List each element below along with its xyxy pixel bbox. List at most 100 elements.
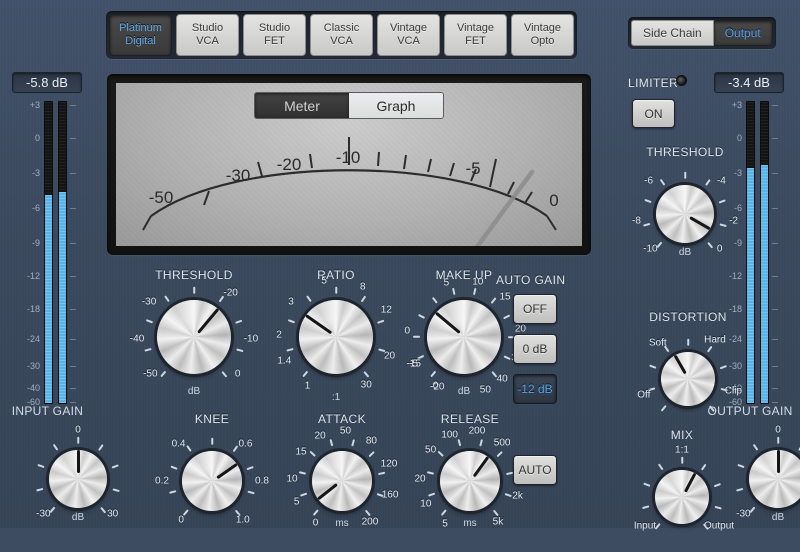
knob-scale-label: 0.8	[255, 475, 269, 487]
model-label-line1: Vintage	[456, 22, 495, 34]
tab-output[interactable]: Output	[713, 20, 773, 46]
vu-tick-label: -30	[225, 166, 251, 185]
knob-scale-label: 30	[360, 379, 372, 391]
release-auto-button[interactable]: AUTO	[513, 455, 557, 485]
limiter-on-button[interactable]: ON	[632, 99, 675, 128]
knob-scale-label: -50	[143, 368, 158, 380]
knob-scale-label: 3	[288, 296, 294, 308]
knob-scale-label: 0.2	[155, 475, 169, 487]
knob-scale-label: 12	[380, 304, 392, 316]
knob-scale-label: 20	[514, 323, 526, 335]
input-meter-bar-left	[44, 101, 53, 404]
knob-title-mix: MIX	[670, 428, 694, 442]
knob-scale-label: 120	[380, 458, 398, 470]
knob-scale-label: -30	[141, 296, 157, 308]
knob-scale-label: 0.4	[171, 438, 186, 450]
knob-title-release: RELEASE	[440, 412, 500, 426]
knob-scale-label: 160	[381, 489, 399, 501]
model-label-line2: FET	[465, 35, 486, 47]
knob-scale-label: 5	[442, 518, 448, 530]
knob-unit-input-gain: dB	[71, 512, 85, 523]
model-label-line1: Studio	[191, 22, 224, 34]
knob-scale-label: 0	[775, 424, 781, 436]
knob-scale-label: -8	[632, 215, 641, 227]
output-meter-bars	[746, 101, 769, 404]
auto-gain-minus12db-button[interactable]: -12 dB	[513, 374, 557, 404]
knob-scale-label: 0	[404, 325, 411, 337]
output-meter-ticks	[772, 101, 779, 404]
model-label-line2: Digital	[125, 35, 156, 47]
knob-unit-threshold: dB	[187, 386, 201, 397]
tab-side-chain[interactable]: Side Chain	[631, 20, 714, 46]
knob-title-distortion: DISTORTION	[649, 310, 727, 324]
knob-scale-label: 200	[468, 425, 486, 437]
knob-scale-label: 1.0	[235, 514, 250, 526]
knob-scale-label: 15	[295, 446, 307, 458]
knob-scale-label: Output	[704, 520, 735, 532]
knob-scale-label: Soft	[648, 337, 667, 349]
knob-group-release: RELEASE51020501002005001k2k5kms	[410, 412, 530, 536]
knob-scale-label: 50	[339, 425, 352, 437]
knob-scale-label: 0	[716, 243, 723, 255]
knob-scale-label: -6	[644, 175, 654, 187]
knob-scale-label: 20	[314, 430, 326, 442]
model-button-platinum-digital[interactable]: Platinum Digital	[109, 14, 172, 56]
knob-scale-label: 30	[107, 508, 119, 520]
knob-title-limiter-threshold: THRESHOLD	[646, 145, 724, 159]
knob-group-limiter-threshold: THRESHOLD -10 -8 -6 -4 -2 0 dB	[625, 145, 745, 269]
model-label-line2: FET	[264, 35, 285, 47]
knob-scale-label: -30	[36, 508, 51, 520]
output-meter-value: -3.4 dB	[714, 72, 784, 93]
knob-unit-ratio: :1	[331, 392, 341, 403]
knob-title-knee: KNEE	[194, 412, 230, 426]
knob-scale-label: Hard	[704, 334, 726, 346]
knob-group-ratio: RATIO 1 1.4 2 3 5 8 12 20 30:1	[276, 268, 396, 403]
knob-unit-release: ms	[463, 518, 477, 529]
output-meter-bar-right	[760, 101, 769, 404]
model-button-classic-vca[interactable]: Classic VCA	[310, 14, 373, 56]
knob-scale-label: 10	[472, 276, 484, 288]
model-button-studio-vca[interactable]: Studio VCA	[176, 14, 239, 56]
input-gain-section-label: INPUT GAIN	[11, 404, 84, 418]
model-button-studio-fet[interactable]: Studio FET	[243, 14, 306, 56]
input-meter-scale: +3 0 -3 -6 -9 -12 -18 -24 -30 -40 -60	[26, 100, 40, 407]
knob-scale-label: 0	[234, 368, 241, 380]
model-button-vintage-fet[interactable]: Vintage FET	[444, 14, 507, 56]
auto-gain-off-button[interactable]: OFF	[513, 294, 557, 324]
knob-scale-label: 0	[432, 380, 439, 392]
knob-scale-label: 20	[414, 473, 426, 485]
knob-scale-label: 80	[365, 435, 377, 447]
model-label-line2: VCA	[397, 35, 420, 47]
knob-scale-label: -20	[223, 287, 238, 299]
model-label-line1: Classic	[323, 22, 360, 34]
knob-title-ratio: RATIO	[317, 268, 355, 282]
auto-gain-0db-button[interactable]: 0 dB	[513, 334, 557, 364]
model-label-line1: Vintage	[389, 22, 428, 34]
knob-scale-label: 2	[276, 329, 282, 341]
auto-gain-title: AUTO GAIN	[496, 273, 566, 287]
knob-scale-label: -10	[643, 243, 658, 255]
knob-scale-label: 0	[178, 514, 184, 526]
knob-scale-label: 5	[443, 277, 450, 289]
vu-tick-label: -10	[335, 148, 361, 167]
knob-scale-label: 1:1	[675, 444, 689, 456]
knob-scale-label: -4	[716, 175, 726, 187]
knob-scale-label: 1.4	[277, 355, 292, 367]
knob-scale-label: 2k	[512, 490, 523, 502]
knob-scale-label: 15	[499, 291, 511, 303]
model-label-line1: Platinum	[119, 22, 162, 34]
model-label-line1: Vintage	[523, 22, 562, 34]
compressor-plugin-window: Platinum Digital Studio VCA Studio FET C…	[0, 0, 800, 532]
knob-group-input-gain: -30 0 30 dB	[18, 424, 138, 534]
knob-scale-label: 40	[496, 373, 508, 385]
model-button-vintage-vca[interactable]: Vintage VCA	[377, 14, 440, 56]
model-button-vintage-opto[interactable]: Vintage Opto	[511, 14, 574, 56]
knob-scale-distortion: Off Soft Hard Clip	[628, 324, 748, 434]
knob-scale-label: Input	[633, 520, 657, 532]
view-toggle: Side Chain Output	[628, 17, 776, 49]
knob-scale-ratio: 1 1.4 2 3 5 8 12 20 30	[276, 276, 396, 392]
knob-scale-label: -10	[243, 333, 259, 345]
vu-tick-label: 0	[549, 191, 559, 210]
knob-pointer-output-gain	[777, 450, 780, 479]
knob-scale-label: -5	[409, 358, 419, 370]
